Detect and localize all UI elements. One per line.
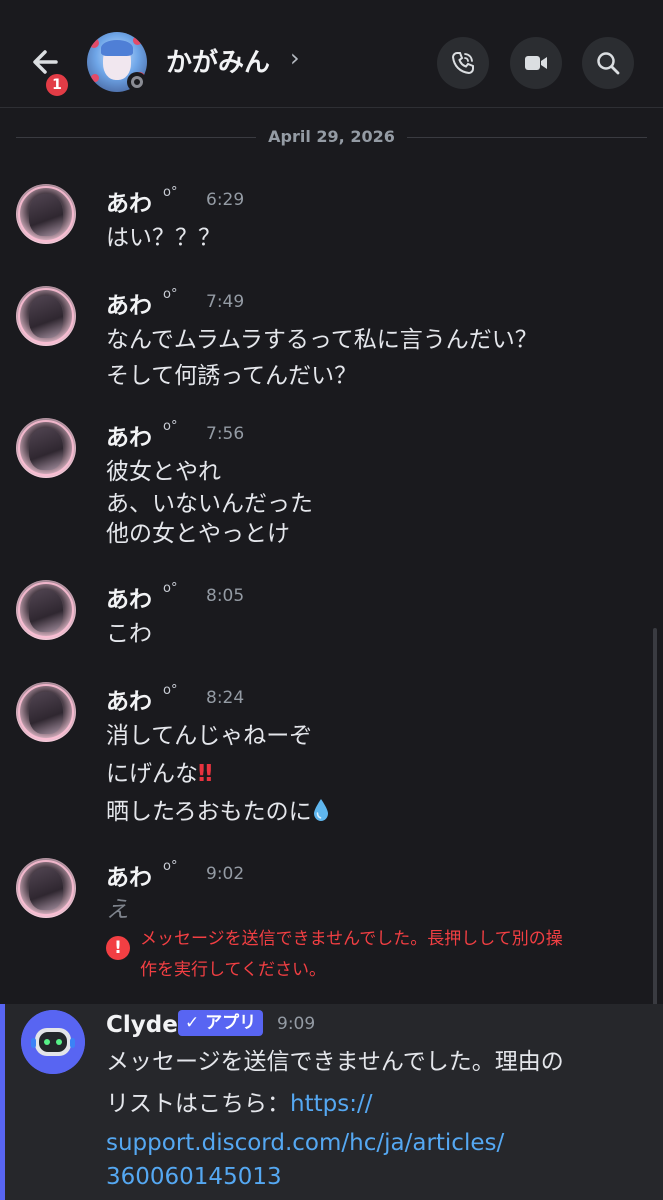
author-avatar[interactable] [16, 418, 76, 478]
search-button[interactable] [582, 37, 634, 89]
chevron-right-icon[interactable]: › [290, 44, 300, 72]
bubbles-emoji-icon: o° [163, 185, 178, 200]
author-name[interactable]: あわ [106, 184, 152, 218]
scrollbar[interactable] [653, 628, 657, 1008]
clyde-bot-icon [21, 1010, 85, 1074]
message-text: 晒したろおもたのに [106, 792, 330, 826]
message-group[interactable]: あわ o° 6:29 はい？？？ [0, 182, 663, 262]
message-text: にげんな‼ [106, 754, 212, 788]
message-timestamp: 6:29 [206, 190, 245, 210]
message-text: あ、いないんだった [106, 491, 313, 517]
video-camera-icon [525, 56, 547, 70]
unread-badge: 1 [43, 71, 71, 99]
date-label: April 29, 2026 [256, 127, 407, 146]
author-avatar[interactable] [16, 286, 76, 346]
phone-icon [451, 52, 474, 75]
bubbles-emoji-icon: o° [163, 683, 178, 698]
message-group[interactable]: あわ o° 7:49 なんでムラムラするって私に言うんだい？ そして何誘ってんだ… [0, 284, 663, 394]
message-group[interactable]: あわ o° 9:02 え [0, 856, 663, 986]
video-call-button[interactable] [510, 37, 562, 89]
bubbles-emoji-icon: o° [163, 859, 178, 874]
bubbles-emoji-icon: o° [163, 287, 178, 302]
author-name[interactable]: あわ [106, 418, 152, 452]
error-alert-icon: ! [106, 936, 130, 960]
message-text: そして何誘ってんだい？ [106, 363, 358, 389]
system-message[interactable]: Clyde ✓ アプリ 9:09 メッセージを送信できませんでした。理由の リス… [0, 1004, 663, 1200]
status-offline-icon [127, 72, 147, 92]
message-timestamp: 8:24 [206, 688, 245, 708]
author-name[interactable]: あわ [106, 858, 152, 892]
voice-call-button[interactable] [437, 37, 489, 89]
message-group[interactable]: あわ o° 7:56 彼女とやれ あ、いないんだった 他の女とやっとけ [0, 416, 663, 556]
support-link[interactable]: support.discord.com/hc/ja/articles/ [106, 1130, 504, 1156]
author-avatar[interactable] [16, 184, 76, 244]
clyde-avatar[interactable] [21, 1010, 85, 1074]
message-text-segment: にげんな [106, 761, 198, 787]
support-link[interactable]: https:// [290, 1091, 372, 1117]
author-name[interactable]: あわ [106, 682, 152, 716]
message-text: リストはこちら：https:// [106, 1084, 372, 1118]
droplet-emoji-icon [313, 799, 328, 821]
message-text: こわ [106, 621, 152, 647]
message-group[interactable]: あわ o° 8:24 消してんじゃねーぞ にげんな‼ 晒したろおもたのに [0, 680, 663, 830]
author-name[interactable]: あわ [106, 286, 152, 320]
message-text: 他の女とやっとけ [106, 521, 290, 547]
send-error-text: 作を実行してください。 [140, 960, 326, 980]
author-avatar[interactable] [16, 580, 76, 640]
message-timestamp: 9:02 [206, 864, 245, 884]
message-text: メッセージを送信できませんでした。理由の [106, 1049, 564, 1075]
contact-name[interactable]: かがみん [166, 42, 270, 79]
message-timestamp: 9:09 [277, 1014, 316, 1034]
author-avatar[interactable] [16, 858, 76, 918]
clyde-name[interactable]: Clyde [106, 1012, 178, 1038]
send-error-text: メッセージを送信できませんでした。長押しして別の操 [140, 929, 563, 949]
message-timestamp: 7:56 [206, 424, 245, 444]
message-text: 消してんじゃねーぞ [106, 723, 313, 749]
message-group[interactable]: あわ o° 8:05 こわ [0, 578, 663, 658]
message-text-segment: 晒したろおもたのに [106, 799, 312, 825]
message-text: 彼女とやれ [106, 459, 221, 485]
message-text: なんでムラムラするって私に言うんだい？ [106, 327, 538, 353]
chat-header: 1 かがみん › [0, 0, 663, 108]
search-icon [597, 52, 620, 75]
bubbles-emoji-icon: o° [163, 581, 178, 596]
app-verified-badge: ✓ アプリ [178, 1010, 264, 1036]
support-link[interactable]: 360060145013 [106, 1164, 282, 1190]
date-separator: April 29, 2026 [0, 124, 663, 150]
author-avatar[interactable] [16, 682, 76, 742]
bubbles-emoji-icon: o° [163, 419, 178, 434]
message-text: はい？？？ [106, 225, 221, 251]
message-timestamp: 7:49 [206, 292, 245, 312]
message-timestamp: 8:05 [206, 586, 245, 606]
message-text-segment: リストはこちら： [106, 1091, 290, 1117]
author-name[interactable]: あわ [106, 580, 152, 614]
double-exclamation-emoji-icon: ‼ [198, 761, 213, 787]
failed-message-text[interactable]: え [106, 890, 129, 924]
